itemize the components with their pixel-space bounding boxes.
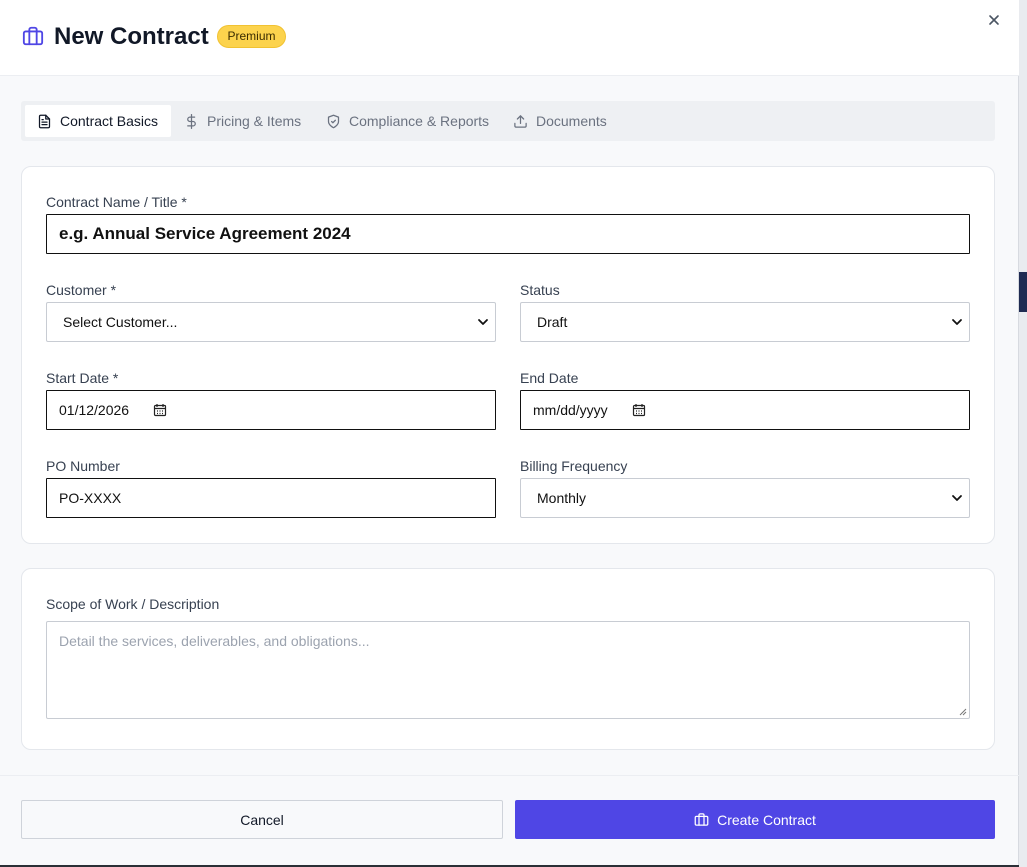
end-date-value: mm/dd/yyyy: [533, 402, 608, 418]
document-icon: [38, 114, 51, 128]
resize-handle-icon[interactable]: [959, 708, 967, 716]
calendar-icon[interactable]: [632, 403, 646, 417]
scope-label: Scope of Work / Description: [46, 596, 220, 612]
briefcase-icon: [694, 813, 709, 826]
chevron-down-icon: [952, 495, 962, 501]
tab-bar: Contract Basics Pricing & Items Complian…: [21, 101, 995, 141]
tab-pricing-items[interactable]: Pricing & Items: [172, 105, 313, 137]
footer-divider: [0, 775, 1019, 776]
briefcase-icon: [22, 26, 44, 46]
tab-label: Documents: [536, 113, 607, 129]
chevron-down-icon: [478, 319, 488, 325]
tab-label: Contract Basics: [60, 113, 159, 129]
create-contract-button[interactable]: Create Contract: [515, 800, 995, 839]
calendar-icon[interactable]: [153, 403, 167, 417]
billing-frequency-value: Monthly: [537, 490, 587, 506]
upload-icon: [514, 114, 527, 128]
create-contract-label: Create Contract: [717, 811, 816, 828]
contract-name-input[interactable]: e.g. Annual Service Agreement 2024: [46, 214, 970, 254]
status-select-value: Draft: [537, 314, 568, 330]
dialog-header: New Contract Premium: [0, 0, 1019, 76]
customer-select[interactable]: Select Customer...: [46, 302, 496, 342]
contract-name-label: Contract Name / Title *: [46, 194, 187, 210]
tab-documents[interactable]: Documents: [501, 105, 619, 137]
status-select[interactable]: Draft: [520, 302, 970, 342]
start-date-value: 01/12/2026: [59, 402, 130, 418]
backdrop-element: [1019, 272, 1027, 312]
contract-basics-card: Contract Name / Title * e.g. Annual Serv…: [21, 166, 995, 544]
backdrop: [1019, 0, 1027, 867]
shield-check-icon: [327, 114, 340, 128]
dialog-title: New Contract: [54, 23, 209, 50]
dollar-icon: [187, 113, 196, 129]
tab-compliance-reports[interactable]: Compliance & Reports: [314, 105, 501, 137]
customer-select-value: Select Customer...: [63, 314, 178, 330]
customer-label: Customer *: [46, 282, 117, 298]
new-contract-dialog: New Contract Premium Contract Basics Pri…: [0, 0, 1019, 865]
scope-textarea[interactable]: Detail the services, deliverables, and o…: [46, 621, 970, 719]
start-date-input[interactable]: 01/12/2026: [46, 390, 496, 430]
billing-frequency-select[interactable]: Monthly: [520, 478, 970, 518]
cancel-button-label: Cancel: [240, 811, 284, 828]
chevron-down-icon: [952, 319, 962, 325]
po-number-input[interactable]: PO-XXXX: [46, 478, 496, 518]
billing-frequency-label: Billing Frequency: [520, 458, 628, 474]
end-date-input[interactable]: mm/dd/yyyy: [520, 390, 970, 430]
tab-label: Pricing & Items: [207, 113, 302, 129]
end-date-label: End Date: [520, 370, 579, 386]
po-number-label: PO Number: [46, 458, 120, 474]
premium-badge: Premium: [217, 25, 286, 48]
cancel-button[interactable]: Cancel: [21, 800, 503, 839]
scope-card: Scope of Work / Description Detail the s…: [21, 568, 995, 750]
tab-contract-basics[interactable]: Contract Basics: [25, 105, 171, 137]
scope-placeholder: Detail the services, deliverables, and o…: [59, 633, 370, 649]
start-date-label: Start Date *: [46, 370, 119, 386]
status-label: Status: [520, 282, 560, 298]
close-icon[interactable]: [985, 11, 1003, 29]
tab-label: Compliance & Reports: [349, 113, 490, 129]
